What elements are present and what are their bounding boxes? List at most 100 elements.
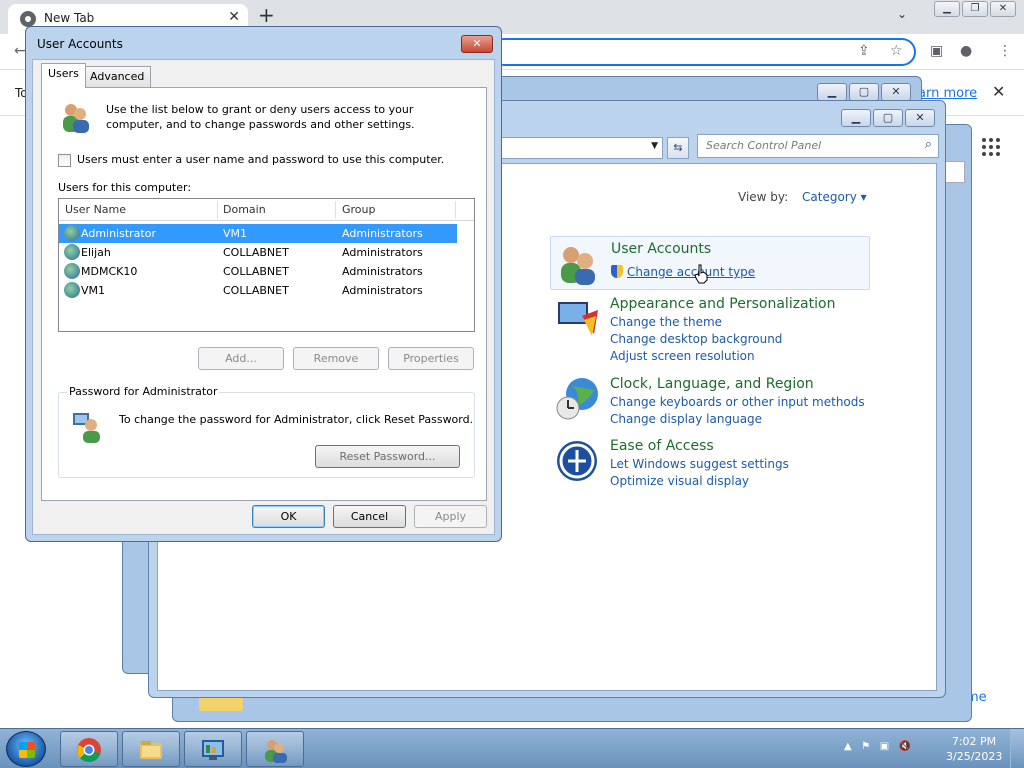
tab-close-icon[interactable]: ✕: [228, 9, 240, 25]
category-title[interactable]: User Accounts: [611, 241, 711, 257]
system-clock[interactable]: 7:02 PM 3/25/2023: [946, 734, 1002, 764]
taskbar-explorer[interactable]: [122, 731, 180, 767]
column-group[interactable]: Group: [342, 203, 376, 216]
users-tab-panel: Use the list below to grant or deny user…: [41, 87, 487, 501]
search-input[interactable]: Search Control Panel ⌕: [697, 134, 939, 158]
minimize-button[interactable]: ▁: [841, 109, 871, 127]
user-icon: [64, 282, 80, 298]
apply-button[interactable]: Apply: [414, 505, 487, 528]
new-tab-button[interactable]: +: [258, 3, 275, 27]
link-label: Change account type: [627, 265, 756, 279]
maximize-button[interactable]: ▢: [873, 109, 903, 127]
close-button[interactable]: ✕: [990, 1, 1016, 17]
row-user-name: Administrator: [81, 227, 156, 240]
taskbar: ▲ ⚑ ▣ 🔇 7:02 PM 3/25/2023: [0, 728, 1024, 768]
start-button[interactable]: [6, 731, 46, 767]
taskbar-user-accounts[interactable]: [246, 731, 304, 767]
require-password-checkbox[interactable]: [58, 154, 71, 167]
bookmark-star-icon[interactable]: ☆: [890, 43, 903, 59]
minimize-button[interactable]: ▁: [934, 1, 960, 17]
category-title[interactable]: Appearance and Personalization: [610, 296, 835, 312]
category-ease-of-access: Ease of Access Let Windows suggest setti…: [550, 434, 870, 490]
search-icon[interactable]: [945, 161, 965, 183]
let-windows-suggest-link[interactable]: Let Windows suggest settings: [610, 457, 789, 471]
change-theme-link[interactable]: Change the theme: [610, 315, 722, 329]
row-user-name: Elijah: [81, 246, 111, 259]
view-by-dropdown[interactable]: Category ▾: [802, 190, 867, 204]
column-domain[interactable]: Domain: [223, 203, 266, 216]
infobar-close-icon[interactable]: ✕: [992, 82, 1005, 101]
share-icon[interactable]: ⇪: [858, 43, 870, 59]
browser-tab-title: New Tab: [44, 11, 95, 25]
remove-user-button[interactable]: Remove: [293, 347, 379, 370]
category-appearance: Appearance and Personalization Change th…: [550, 292, 870, 363]
chrome-favicon-icon: [20, 11, 36, 27]
change-account-type-link[interactable]: Change account type: [611, 265, 755, 279]
tray-icons[interactable]: ▲ ⚑ ▣ 🔇: [844, 741, 911, 752]
restore-button[interactable]: ❐: [962, 1, 988, 17]
row-domain: COLLABNET: [223, 265, 289, 278]
adjust-screen-resolution-link[interactable]: Adjust screen resolution: [610, 349, 755, 363]
properties-button[interactable]: Properties: [388, 347, 474, 370]
google-apps-icon[interactable]: [982, 138, 1000, 156]
change-keyboards-link[interactable]: Change keyboards or other input methods: [610, 395, 865, 409]
category-clock-language-region: Clock, Language, and Region Change keybo…: [550, 372, 870, 428]
cancel-button[interactable]: Cancel: [333, 505, 406, 528]
category-user-accounts[interactable]: User Accounts Change account type: [550, 236, 870, 290]
chevron-down-icon[interactable]: ▼: [651, 141, 658, 151]
view-by-label: View by:: [738, 190, 789, 204]
category-title[interactable]: Ease of Access: [610, 438, 714, 454]
user-accounts-dialog: User Accounts ✕ Users Advanced Use the l…: [25, 26, 502, 542]
show-desktop-button[interactable]: [1010, 729, 1024, 768]
table-row[interactable]: Administrator VM1 Administrators: [59, 224, 457, 243]
change-desktop-background-link[interactable]: Change desktop background: [610, 332, 782, 346]
profile-icon[interactable]: ●: [960, 43, 972, 59]
hand-cursor-icon: [694, 264, 708, 284]
change-display-language-link[interactable]: Change display language: [610, 412, 762, 426]
table-row[interactable]: VM1 COLLABNET Administrators: [59, 281, 457, 300]
user-icon: [64, 225, 80, 241]
table-row[interactable]: MDMCK10 COLLABNET Administrators: [59, 262, 457, 281]
learn-more-link[interactable]: arn more: [918, 86, 977, 101]
address-bar[interactable]: [490, 38, 916, 66]
clock-time: 7:02 PM: [951, 735, 997, 748]
taskbar-chrome[interactable]: [60, 731, 118, 767]
password-instructions: To change the password for Administrator…: [119, 413, 474, 426]
refresh-button[interactable]: ⇆: [667, 137, 689, 159]
column-user-name[interactable]: User Name: [65, 203, 126, 216]
chrome-icon: [77, 738, 101, 762]
tab-search-chevron-icon[interactable]: ⌄: [897, 7, 907, 21]
window-controls: ▁ ▢ ✕: [841, 109, 935, 127]
row-group: Administrators: [342, 246, 423, 259]
maximize-button[interactable]: ▢: [849, 83, 879, 101]
category-title[interactable]: Clock, Language, and Region: [610, 376, 814, 392]
ease-of-access-icon: [557, 441, 597, 481]
user-accounts-icon: [63, 104, 89, 133]
tab-users[interactable]: Users: [41, 63, 86, 88]
side-panel-icon[interactable]: ▣: [930, 43, 943, 59]
minimize-button[interactable]: ▁: [817, 83, 847, 101]
row-group: Administrators: [342, 284, 423, 297]
search-icon[interactable]: ⌕: [925, 137, 932, 152]
dialog-close-button[interactable]: ✕: [461, 35, 493, 53]
users-list[interactable]: User Name Domain Group Administrator VM1…: [58, 198, 475, 332]
user-accounts-icon: [561, 247, 595, 285]
table-row[interactable]: Elijah COLLABNET Administrators: [59, 243, 457, 262]
row-group: Administrators: [342, 227, 423, 240]
browser-window-controls: ▁ ❐ ✕: [934, 1, 1016, 17]
ok-button[interactable]: OK: [252, 505, 325, 528]
close-button[interactable]: ✕: [905, 109, 935, 127]
menu-dots-icon[interactable]: ⋮: [998, 43, 1012, 59]
reset-password-button[interactable]: Reset Password...: [315, 445, 460, 468]
password-groupbox: Password for Administrator To change the…: [58, 385, 475, 478]
address-bar[interactable]: ▼: [501, 137, 663, 159]
taskbar-control-panel[interactable]: [184, 731, 242, 767]
view-by-value: Category: [802, 190, 857, 204]
back-arrow-icon[interactable]: ←: [14, 43, 26, 59]
add-user-button[interactable]: Add...: [198, 347, 284, 370]
require-password-label[interactable]: Users must enter a user name and passwor…: [77, 153, 444, 166]
close-button[interactable]: ✕: [881, 83, 911, 101]
dialog-title: User Accounts: [37, 37, 123, 51]
optimize-visual-display-link[interactable]: Optimize visual display: [610, 474, 749, 488]
tab-advanced[interactable]: Advanced: [83, 66, 152, 87]
